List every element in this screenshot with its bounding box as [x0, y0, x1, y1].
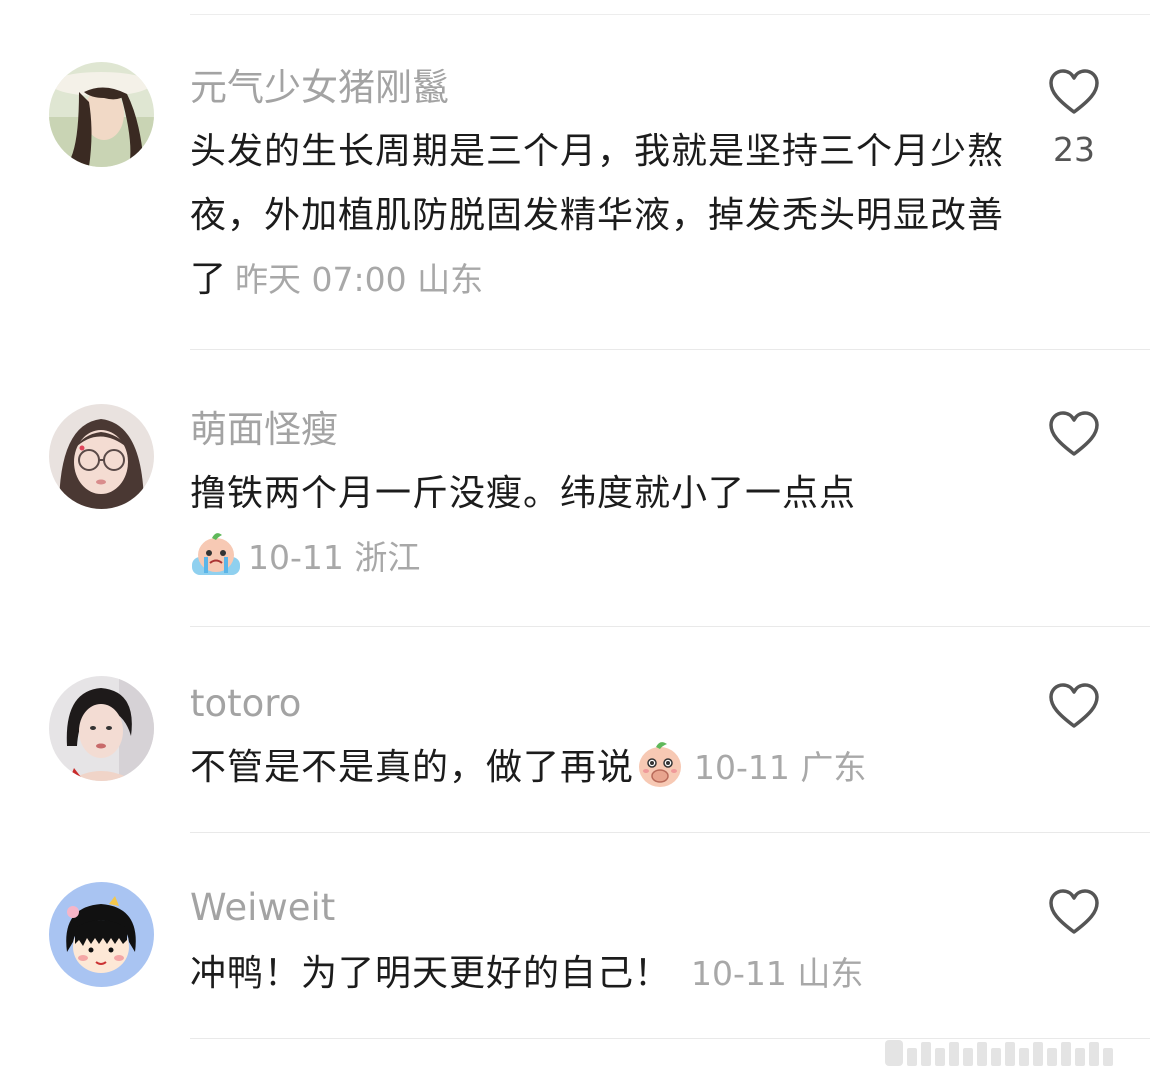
heart-outline-icon	[1045, 68, 1103, 116]
comment-divider	[190, 832, 1150, 833]
top-divider	[190, 14, 1150, 15]
user-avatar[interactable]	[49, 62, 154, 167]
comment-text: 撸铁两个月一斤没瘦。纬度就小了一点点 10-11 浙江	[190, 462, 1020, 590]
heart-outline-icon	[1045, 682, 1103, 730]
heart-outline-icon	[1045, 888, 1103, 936]
username[interactable]: totoro	[190, 682, 301, 726]
comment-body: 冲鸭！为了明天更好的自己！	[190, 953, 672, 994]
comment-text: 头发的生长周期是三个月，我就是坚持三个月少熬夜，外加植肌防脱固发精华液，掉发秃头…	[190, 120, 1020, 312]
comment-time: 10-11	[248, 538, 344, 577]
user-avatar[interactable]	[49, 676, 154, 781]
comment-text: 不管是不是真的，做了再说 10-11 广东	[190, 736, 1020, 800]
user-avatar[interactable]	[49, 404, 154, 509]
comment-text: 冲鸭！为了明天更好的自己！ 10-11 山东	[190, 942, 1020, 1006]
comment-location: 山东	[797, 954, 864, 993]
like-count: 23	[1053, 130, 1095, 169]
comment-divider	[190, 349, 1150, 350]
comment-meta: 10-11 广东	[694, 748, 866, 787]
comment-location: 广东	[800, 748, 867, 787]
comment-location: 浙江	[354, 538, 421, 577]
user-avatar[interactable]	[49, 882, 154, 987]
comment-time: 10-11	[691, 954, 787, 993]
watermark	[885, 1038, 1130, 1068]
heart-outline-icon	[1045, 410, 1103, 458]
comment-divider	[190, 626, 1150, 627]
comment-time: 10-11	[694, 748, 790, 787]
comment-body: 不管是不是真的，做了再说	[190, 747, 635, 788]
comment-meta: 10-11 浙江	[248, 538, 420, 577]
username[interactable]: Weiweit	[190, 886, 335, 930]
comment-body: 撸铁两个月一斤没瘦。纬度就小了一点点	[190, 473, 857, 514]
like-button[interactable]	[1045, 682, 1103, 730]
comment-meta: 昨天 07:00 山东	[235, 248, 483, 312]
username[interactable]: 萌面怪瘦	[190, 408, 338, 452]
comment-time: 昨天 07:00	[235, 260, 407, 299]
like-button[interactable]	[1045, 888, 1103, 936]
covering-mouth-peach-emoji	[634, 737, 686, 789]
comment-location: 山东	[417, 260, 484, 299]
like-button[interactable]	[1045, 410, 1103, 458]
crying-peach-emoji	[190, 527, 242, 579]
comment-meta: 10-11 山东	[691, 954, 863, 993]
like-button[interactable]: 23	[1045, 68, 1103, 169]
username[interactable]: 元气少女猪刚鬣	[190, 66, 449, 110]
